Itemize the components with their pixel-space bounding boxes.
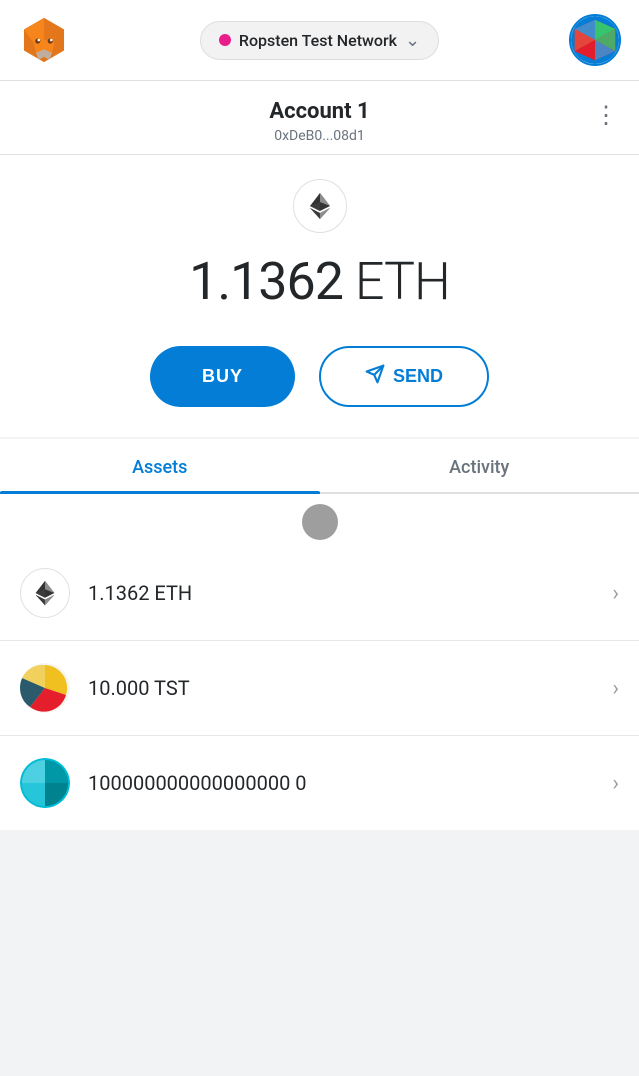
account-options-button[interactable]: ⋮ xyxy=(594,101,619,129)
eth-logo-icon xyxy=(293,179,347,233)
asset-tst-amount: 10.000 TST xyxy=(88,676,612,700)
chevron-down-icon: ⌄ xyxy=(405,30,420,51)
balance-unit: ETH xyxy=(355,251,450,312)
asset-item-partial[interactable]: 100000000000000000 0 › xyxy=(0,736,639,830)
asset-eth-amount: 1.1362 ETH xyxy=(88,581,612,605)
header: Ropsten Test Network ⌄ xyxy=(0,0,639,81)
action-buttons: BUY SEND xyxy=(150,346,489,407)
partial-token-icon xyxy=(20,758,70,808)
send-label: SEND xyxy=(393,366,443,387)
scroll-indicator xyxy=(0,494,639,546)
asset-item-eth[interactable]: 1.1362 ETH › xyxy=(0,546,639,641)
account-name: Account 1 xyxy=(269,99,369,124)
eth-token-icon xyxy=(20,568,70,618)
asset-eth-chevron-icon: › xyxy=(612,581,619,606)
scroll-handle xyxy=(302,504,338,540)
tab-activity-label: Activity xyxy=(449,457,509,478)
buy-button[interactable]: BUY xyxy=(150,346,295,407)
account-section: Account 1 0xDeB0...08d1 ⋮ xyxy=(0,81,639,155)
network-name-label: Ropsten Test Network xyxy=(239,31,397,50)
tab-activity[interactable]: Activity xyxy=(320,439,639,492)
balance-display: 1.1362 ETH xyxy=(189,251,450,312)
tst-token-icon xyxy=(20,663,70,713)
network-status-dot xyxy=(219,34,231,46)
asset-partial-amount: 100000000000000000 0 xyxy=(88,771,612,795)
tab-assets-label: Assets xyxy=(132,457,187,478)
asset-item-tst[interactable]: 10.000 TST › xyxy=(0,641,639,736)
balance-section: 1.1362 ETH BUY SEND xyxy=(0,155,639,437)
send-button[interactable]: SEND xyxy=(319,346,489,407)
tabs-section: Assets Activity xyxy=(0,439,639,494)
asset-list: 1.1362 ETH › 10.000 TST › xyxy=(0,546,639,830)
avatar[interactable] xyxy=(569,14,621,66)
tab-assets[interactable]: Assets xyxy=(0,439,320,492)
account-address: 0xDeB0...08d1 xyxy=(20,128,619,144)
metamask-logo-icon xyxy=(18,14,70,66)
network-selector[interactable]: Ropsten Test Network ⌄ xyxy=(200,21,439,60)
balance-number: 1.1362 xyxy=(189,251,343,312)
asset-partial-chevron-icon: › xyxy=(612,771,619,796)
send-icon xyxy=(365,364,385,389)
asset-tst-chevron-icon: › xyxy=(612,676,619,701)
